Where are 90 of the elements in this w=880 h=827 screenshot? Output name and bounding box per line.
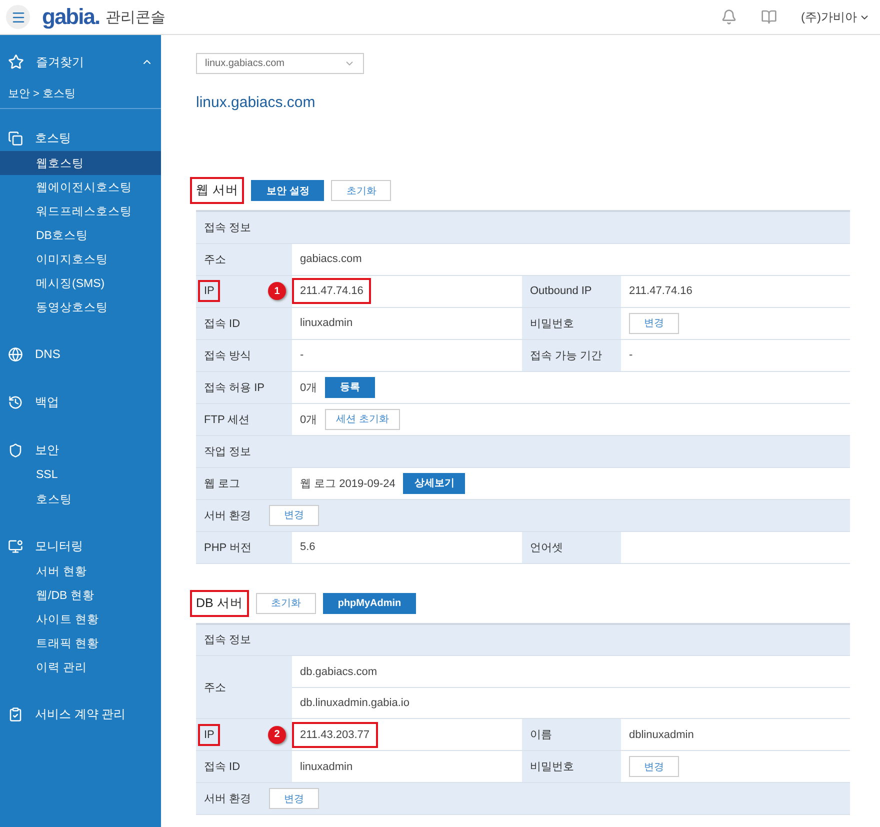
field-label: 이름 bbox=[530, 729, 552, 741]
value-text: - bbox=[629, 349, 633, 361]
field-label: 주소 bbox=[203, 680, 227, 696]
button[interactable]: 변경 bbox=[629, 312, 679, 334]
field-label: 서버 환경 bbox=[204, 792, 252, 806]
highlighted-label: IP bbox=[198, 280, 220, 302]
app-name: 관리콘솔 bbox=[106, 8, 166, 26]
field-label: 접속 ID bbox=[203, 760, 242, 775]
section-title: 웹 서버 bbox=[190, 177, 244, 204]
logo[interactable]: gabia. bbox=[42, 4, 100, 30]
value-text: linuxadmin bbox=[300, 760, 353, 772]
book-icon[interactable] bbox=[761, 9, 777, 25]
value-text: 0개 bbox=[300, 412, 318, 426]
menu-item[interactable]: DB호스팅 bbox=[0, 223, 161, 247]
menu-group[interactable]: 모니터링 bbox=[35, 538, 83, 554]
menu-item[interactable]: 호스팅 bbox=[0, 487, 161, 511]
field-label: 비밀번호 bbox=[530, 761, 574, 773]
value-text: 0개 bbox=[300, 380, 318, 394]
field-label: Outbound IP bbox=[530, 285, 592, 297]
value-text: gabiacs.com bbox=[300, 253, 362, 265]
menu-item[interactable]: 동영상호스팅 bbox=[0, 295, 161, 319]
favorites-label[interactable]: 즐겨찾기 bbox=[36, 54, 129, 70]
menu-group[interactable]: 서비스 계약 관리 bbox=[35, 706, 126, 722]
button[interactable]: 등록 bbox=[325, 376, 376, 398]
button[interactable]: 상세보기 bbox=[403, 472, 466, 494]
section-label: 접속 정보 bbox=[204, 634, 252, 646]
group-icon bbox=[8, 394, 23, 410]
field-label: 비밀번호 bbox=[530, 318, 574, 330]
value-text: 5.6 bbox=[300, 541, 316, 553]
field-label: 주소 bbox=[203, 252, 227, 268]
menu-item[interactable]: 트래픽 현황 bbox=[0, 631, 161, 655]
bell-icon[interactable] bbox=[721, 9, 737, 25]
group-icon bbox=[8, 442, 23, 458]
menu-group[interactable]: 호스팅 bbox=[35, 130, 71, 146]
menu-item[interactable]: 이미지호스팅 bbox=[0, 247, 161, 271]
menu-item[interactable]: SSL bbox=[0, 463, 161, 487]
menu-item[interactable]: 사이트 현황 bbox=[0, 607, 161, 631]
field-label: 접속 허용 IP bbox=[203, 380, 266, 396]
button[interactable]: 초기화 bbox=[256, 592, 316, 614]
section-title: DB 서버 bbox=[190, 590, 249, 616]
section-label: 작업 정보 bbox=[204, 446, 252, 458]
field-label: 언어셋 bbox=[530, 542, 563, 554]
field-label: 서버 환경 bbox=[204, 508, 252, 522]
value-text: linuxadmin bbox=[300, 317, 353, 329]
field-label: FTP 세션 bbox=[203, 412, 251, 428]
button[interactable]: 변경 bbox=[269, 504, 320, 526]
menu-item[interactable]: 웹에이전시호스팅 bbox=[0, 175, 161, 199]
field-label: 웹 로그 bbox=[203, 476, 242, 492]
account-menu[interactable]: (주)가비아 bbox=[801, 8, 870, 26]
field-label: 접속 가능 기간 bbox=[530, 350, 602, 362]
button[interactable]: 초기화 bbox=[331, 180, 392, 201]
group-icon bbox=[8, 538, 23, 554]
value-text: 웹 로그 2019-09-24 bbox=[300, 476, 396, 490]
menu-item[interactable]: 웹/DB 현황 bbox=[0, 583, 161, 607]
value-text: db.gabiacs.com bbox=[300, 666, 378, 678]
button[interactable]: phpMyAdmin bbox=[322, 592, 416, 614]
field-label: PHP 버전 bbox=[203, 540, 252, 556]
section-label: 접속 정보 bbox=[204, 222, 252, 234]
menu-item[interactable]: 웹호스팅 bbox=[0, 151, 161, 175]
highlighted-value: 211.43.203.77 bbox=[292, 722, 378, 748]
number-marker: 1 bbox=[268, 282, 286, 300]
menu-item[interactable]: 워드프레스호스팅 bbox=[0, 199, 161, 223]
button[interactable]: 세션 초기화 bbox=[325, 408, 400, 430]
field-label: 접속 ID bbox=[203, 316, 242, 332]
field-label: 접속 방식 bbox=[203, 348, 252, 364]
breadcrumb: 보안 > 호스팅 bbox=[8, 87, 76, 101]
menu-icon bbox=[10, 10, 26, 24]
value-text: dblinuxadmin bbox=[629, 728, 694, 740]
group-icon bbox=[8, 346, 23, 362]
value-text: 211.47.74.16 bbox=[629, 285, 692, 297]
menu-group[interactable]: 보안 bbox=[35, 442, 59, 458]
highlighted-label: IP bbox=[198, 724, 220, 746]
menu-button[interactable] bbox=[6, 5, 30, 29]
menu-group[interactable]: DNS bbox=[35, 347, 60, 361]
menu-item[interactable]: 서버 현황 bbox=[0, 559, 161, 583]
group-icon bbox=[8, 706, 23, 722]
star-icon bbox=[8, 54, 24, 70]
menu-group[interactable]: 백업 bbox=[35, 394, 59, 410]
highlighted-value: 211.47.74.16 bbox=[292, 278, 372, 304]
menu-item[interactable]: 이력 관리 bbox=[0, 655, 161, 679]
group-icon bbox=[8, 130, 23, 146]
domain-select[interactable]: linux.gabiacs.com bbox=[196, 53, 364, 74]
number-marker: 2 bbox=[268, 726, 286, 744]
page-title: linux.gabiacs.com bbox=[196, 94, 316, 111]
button[interactable]: 보안 설정 bbox=[251, 180, 324, 201]
value-text: - bbox=[300, 349, 304, 361]
button[interactable]: 변경 bbox=[269, 788, 320, 809]
value-text: db.linuxadmin.gabia.io bbox=[300, 697, 410, 709]
menu-item[interactable]: 메시징(SMS) bbox=[0, 271, 161, 295]
button[interactable]: 변경 bbox=[629, 756, 679, 777]
